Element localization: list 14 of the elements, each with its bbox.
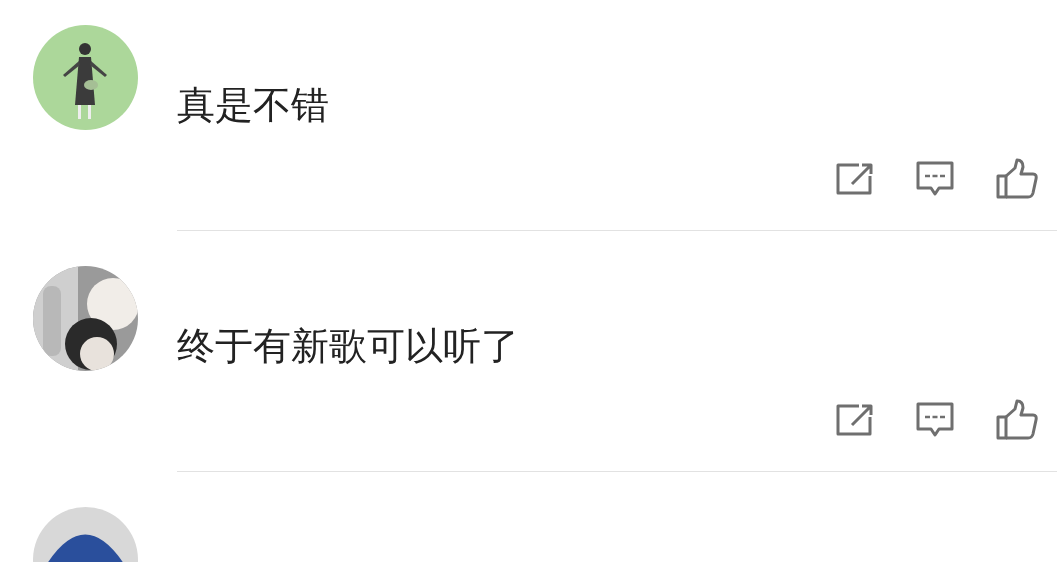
comment-icon xyxy=(915,160,955,198)
thumbs-up-icon xyxy=(995,158,1039,200)
comment-text: 终于有新歌可以听了 xyxy=(177,323,520,370)
comment-icon xyxy=(915,401,955,439)
comment-text: 真是不错 xyxy=(177,82,330,129)
share-button[interactable] xyxy=(835,162,875,196)
share-icon xyxy=(835,403,875,437)
share-icon xyxy=(835,162,875,196)
comment-button[interactable] xyxy=(915,160,955,198)
share-button[interactable] xyxy=(835,403,875,437)
comment-button[interactable] xyxy=(915,401,955,439)
thumbs-up-icon xyxy=(995,399,1039,441)
like-button[interactable] xyxy=(995,399,1039,441)
like-button[interactable] xyxy=(995,158,1039,200)
